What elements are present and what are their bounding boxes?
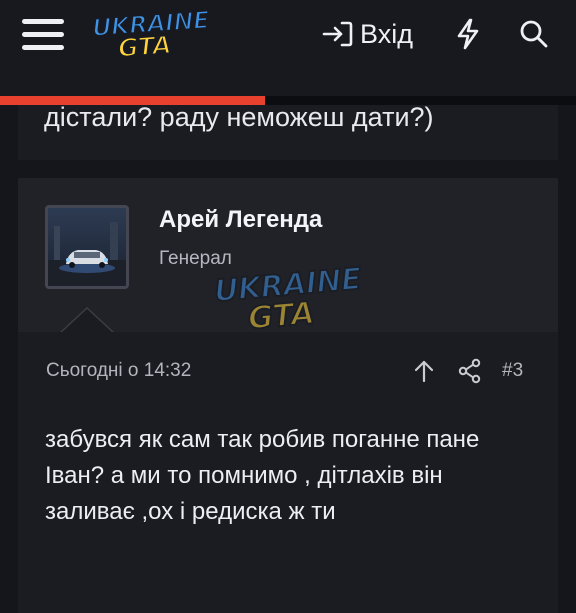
reading-progress-fill bbox=[0, 96, 265, 105]
search-icon bbox=[520, 20, 548, 48]
previous-post-text: дістали? раду неможеш дати?) bbox=[44, 102, 434, 132]
search-button[interactable] bbox=[516, 16, 552, 52]
site-header: UKRAINE GTA Вхід bbox=[0, 0, 576, 105]
post-number-link[interactable]: #3 bbox=[502, 360, 523, 382]
watermark-text-top: UKRAINE bbox=[212, 261, 364, 311]
reading-progress-bar bbox=[0, 96, 576, 105]
watermark-text-bottom: GTA bbox=[246, 294, 317, 338]
whats-new-button[interactable] bbox=[450, 16, 486, 52]
share-icon[interactable] bbox=[457, 358, 483, 384]
login-icon bbox=[322, 21, 353, 47]
site-logo[interactable]: UKRAINE GTA bbox=[90, 5, 211, 64]
post-user-block: Арей Легенда Генерал UKRAINE GTA bbox=[18, 178, 558, 338]
avatar-image bbox=[48, 208, 126, 286]
login-label: Вхід bbox=[360, 18, 413, 49]
post-message: Арей Легенда Генерал UKRAINE GTA Сьогодн… bbox=[18, 178, 558, 613]
post-body-text: забувся як сам так робив поганне пане Ів… bbox=[45, 426, 480, 525]
post-date[interactable]: Сьогодні о 14:32 bbox=[46, 360, 191, 382]
menu-icon-bar bbox=[22, 32, 64, 37]
logo-text-bottom: GTA bbox=[116, 29, 173, 64]
site-watermark: UKRAINE GTA bbox=[212, 261, 384, 348]
bolt-icon bbox=[457, 18, 479, 50]
arrow-up-icon[interactable] bbox=[411, 358, 437, 384]
post-meta-row: Сьогодні о 14:32 #3 bbox=[18, 356, 558, 386]
avatar[interactable] bbox=[45, 205, 129, 289]
forum-thread-page: дістали? раду неможеш дати?) UKRAINE GTA… bbox=[0, 0, 576, 613]
post-author-title: Генерал bbox=[159, 248, 232, 269]
menu-button[interactable] bbox=[22, 18, 64, 52]
post-author-name: Арей Легенда bbox=[159, 206, 323, 233]
menu-icon-bar bbox=[22, 19, 64, 24]
menu-icon-bar bbox=[22, 45, 64, 50]
previous-post: дістали? раду неможеш дати?) bbox=[18, 98, 558, 160]
user-block-pointer bbox=[60, 306, 114, 334]
login-button[interactable]: Вхід bbox=[322, 16, 413, 52]
